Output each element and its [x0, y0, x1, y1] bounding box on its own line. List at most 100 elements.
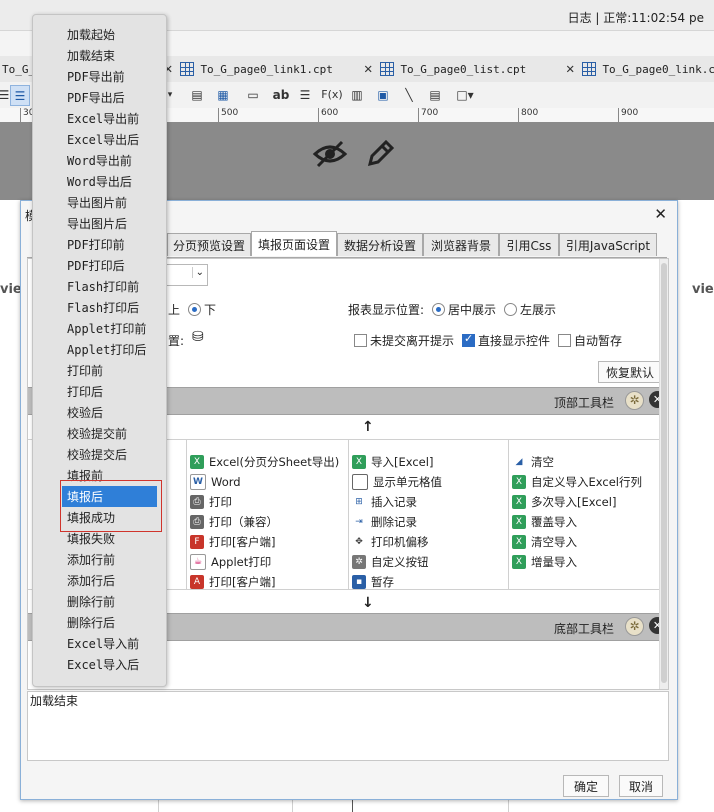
- close-icon[interactable]: ✕: [654, 205, 667, 223]
- report-file-icon: [380, 62, 395, 76]
- close-icon[interactable]: ✕: [364, 61, 372, 77]
- grid-btn-save-draft[interactable]: ▪ 暂存: [352, 572, 394, 592]
- menu-item[interactable]: PDF导出后: [33, 87, 166, 108]
- arrow-up-icon[interactable]: ↑: [362, 419, 374, 435]
- menu-item[interactable]: 添加行前: [33, 549, 166, 570]
- menu-item[interactable]: Word导出后: [33, 171, 166, 192]
- ok-button[interactable]: 确定: [563, 775, 609, 797]
- list-icon[interactable]: ☰: [296, 85, 314, 104]
- gear-icon[interactable]: ✲: [625, 617, 644, 636]
- grid-btn-overwrite-import[interactable]: X 覆盖导入: [512, 512, 577, 532]
- menu-item[interactable]: Word导出前: [33, 150, 166, 171]
- grid-btn-multi-import[interactable]: X 多次导入[Excel]: [512, 492, 616, 512]
- checkbox-direct-show[interactable]: 直接显示控件: [462, 332, 550, 349]
- file-tab-1[interactable]: ✕ To_G_page0_link1.cpt: [164, 56, 333, 82]
- radio-icon: [432, 303, 445, 316]
- grid-btn-show-cell-value[interactable]: 显示单元格值: [352, 472, 442, 492]
- menu-item[interactable]: 导出图片后: [33, 213, 166, 234]
- grid-btn-insert-record[interactable]: ⊞ 插入记录: [352, 492, 417, 512]
- ruler-tick: 500: [218, 108, 238, 122]
- chart-icon[interactable]: ▥: [348, 85, 366, 104]
- grid-btn-print-client-pdf[interactable]: A 打印[客户端]: [190, 572, 275, 592]
- dropdown-icon[interactable]: ▾: [166, 85, 174, 104]
- radio-center[interactable]: 居中展示: [432, 301, 496, 318]
- menu-item[interactable]: PDF打印前: [33, 234, 166, 255]
- menu-item[interactable]: 校验后: [33, 402, 166, 423]
- menu-item[interactable]: 加载起始: [33, 24, 166, 45]
- file-tab-0[interactable]: To_G_: [2, 56, 35, 82]
- excel-icon: X: [512, 555, 526, 569]
- menu-item[interactable]: Excel导出后: [33, 129, 166, 150]
- radio-down[interactable]: 下: [188, 301, 216, 318]
- menu-item[interactable]: PDF导出前: [33, 66, 166, 87]
- tab-browser-bg[interactable]: 浏览器背景: [423, 233, 499, 256]
- text-label-icon[interactable]: ab: [270, 85, 292, 104]
- text-field-icon[interactable]: ▭: [244, 85, 262, 104]
- gear-icon[interactable]: ✲: [625, 391, 644, 410]
- close-icon[interactable]: ✕: [566, 61, 574, 77]
- grid-btn-delete-record[interactable]: ⇥ 删除记录: [352, 512, 417, 532]
- event-item[interactable]: 加载结束: [30, 692, 78, 709]
- eye-hidden-icon[interactable]: [312, 138, 348, 170]
- grid-btn-printer-offset[interactable]: ✥ 打印机偏移: [352, 532, 429, 552]
- view-label-left: vie: [0, 282, 22, 297]
- edit-pencil-icon[interactable]: [364, 136, 396, 170]
- radio-left[interactable]: 左展示: [504, 301, 556, 318]
- slash-icon[interactable]: ╲: [400, 85, 418, 104]
- menu-item[interactable]: Applet打印前: [33, 318, 166, 339]
- cancel-button[interactable]: 取消: [619, 775, 663, 797]
- grid-btn-custom-import[interactable]: X 自定义导入Excel行列: [512, 472, 642, 492]
- justify-icon[interactable]: ☰: [10, 85, 30, 106]
- checkbox-unsubmitted[interactable]: 未提交离开提示: [354, 332, 454, 349]
- tab-page-preview[interactable]: 分页预览设置: [167, 233, 251, 256]
- grid-btn-word[interactable]: W Word: [190, 472, 241, 492]
- grid-btn-custom-button[interactable]: ✲ 自定义按钮: [352, 552, 429, 572]
- grid-btn-incremental-import[interactable]: X 增量导入: [512, 552, 577, 572]
- menu-item[interactable]: 添加行后: [33, 570, 166, 591]
- grid-btn-clear[interactable]: ◢ 清空: [512, 452, 554, 472]
- menu-item[interactable]: 打印前: [33, 360, 166, 381]
- menu-item[interactable]: Applet打印后: [33, 339, 166, 360]
- grid-btn-print-compat[interactable]: ⎙ 打印（兼容）: [190, 512, 278, 532]
- menu-item[interactable]: Flash打印前: [33, 276, 166, 297]
- menu-item[interactable]: Excel导入前: [33, 633, 166, 654]
- tab-data-analysis[interactable]: 数据分析设置: [337, 233, 423, 256]
- grid-btn-import-excel[interactable]: X 导入[Excel]: [352, 452, 433, 472]
- menu-item[interactable]: PDF打印后: [33, 255, 166, 276]
- sub-report-icon[interactable]: ▤: [426, 85, 444, 104]
- grid-btn-print[interactable]: ⎙ 打印: [190, 492, 232, 512]
- menu-item[interactable]: Excel导入后: [33, 654, 166, 675]
- arrow-down-icon[interactable]: ↓: [362, 595, 374, 611]
- tab-javascript[interactable]: 引用JavaScript: [559, 233, 657, 256]
- scrollbar[interactable]: [659, 259, 668, 689]
- grid-btn-excel-sheet[interactable]: X Excel(分页分Sheet导出): [190, 452, 339, 472]
- tab-label: To_G_page0_list.cpt: [400, 62, 527, 76]
- event-list-area[interactable]: 加载结束: [27, 691, 669, 761]
- menu-item[interactable]: 删除行前: [33, 591, 166, 612]
- grid-btn-print-client[interactable]: F 打印[客户端]: [190, 532, 275, 552]
- file-tab-2[interactable]: ✕ To_G_page0_list.cpt: [364, 56, 526, 82]
- menu-item[interactable]: 校验提交前: [33, 423, 166, 444]
- formula-icon[interactable]: F(x): [320, 85, 344, 104]
- checkbox-autosave[interactable]: 自动暂存: [558, 332, 622, 349]
- menu-item[interactable]: 删除行后: [33, 612, 166, 633]
- tab-css[interactable]: 引用Css: [499, 233, 559, 256]
- table-icon[interactable]: ▦: [214, 85, 232, 104]
- restore-default-button[interactable]: 恢复默认: [598, 361, 662, 383]
- image-icon[interactable]: ▣: [374, 85, 392, 104]
- paint-bucket-icon[interactable]: ⛁: [192, 329, 204, 345]
- merge-cells-icon[interactable]: ▤: [188, 85, 206, 104]
- menu-item[interactable]: Flash打印后: [33, 297, 166, 318]
- delete-row-icon: ⇥: [352, 515, 366, 529]
- grid-btn-clear-import[interactable]: X 清空导入: [512, 532, 577, 552]
- menu-item[interactable]: 导出图片前: [33, 192, 166, 213]
- align-icon[interactable]: ☰: [0, 85, 9, 104]
- border-icon[interactable]: □▾: [452, 85, 478, 104]
- menu-item[interactable]: 校验提交后: [33, 444, 166, 465]
- menu-item[interactable]: Excel导出前: [33, 108, 166, 129]
- menu-item[interactable]: 打印后: [33, 381, 166, 402]
- menu-item[interactable]: 加载结束: [33, 45, 166, 66]
- tab-fill-page[interactable]: 填报页面设置: [251, 231, 337, 256]
- file-tab-3[interactable]: ✕ To_G_page0_link.cp: [566, 56, 714, 82]
- grid-btn-applet-print[interactable]: ☕ Applet打印: [190, 552, 271, 572]
